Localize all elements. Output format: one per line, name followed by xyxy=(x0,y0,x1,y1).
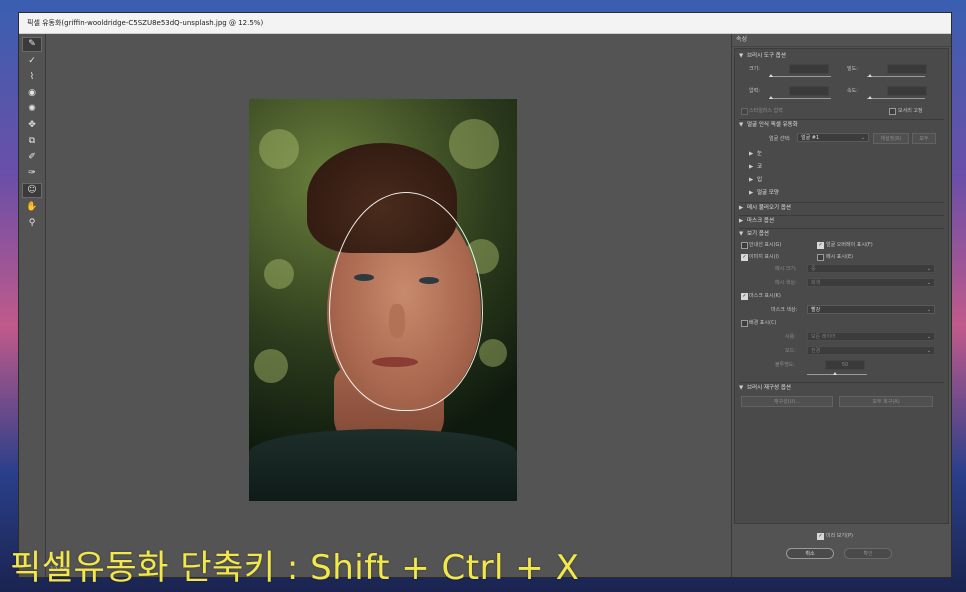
face-overlay-outline[interactable] xyxy=(329,192,483,411)
nose-section[interactable]: ▶ 코 xyxy=(749,162,944,172)
load-mesh-header[interactable]: ▶ 메시 불러오기 옵션 xyxy=(739,202,944,213)
smooth-icon[interactable]: ⌇ xyxy=(23,71,41,84)
use-dropdown[interactable]: 모든 레이어 ⌄ xyxy=(807,332,935,341)
hand-icon[interactable]: ✋ xyxy=(23,201,41,214)
ok-button[interactable]: 확인 xyxy=(844,548,892,559)
mesh-size-label: 메시 크기: xyxy=(775,266,797,272)
show-mesh-checkbox[interactable] xyxy=(817,254,824,261)
preview-checkbox[interactable]: ✓ xyxy=(817,533,824,540)
opacity-field[interactable]: 50 xyxy=(825,360,865,370)
show-face-overlay-checkbox[interactable]: ✓ xyxy=(817,242,824,249)
brush-options-header[interactable]: ▼ 브러시 도구 옵션 xyxy=(739,51,944,61)
mode-label: 모드: xyxy=(785,348,796,354)
face-all-button[interactable]: 모두 xyxy=(912,133,936,144)
rate-slider-knob[interactable] xyxy=(868,96,872,99)
mask-color-dropdown[interactable]: 빨강 ⌄ xyxy=(807,305,935,314)
size-field[interactable] xyxy=(789,64,829,74)
mode-dropdown[interactable]: 전경 ⌄ xyxy=(807,346,935,355)
show-backdrop-checkbox[interactable] xyxy=(741,320,748,327)
show-mesh-label: 메시 표시(E) xyxy=(826,254,854,260)
portrait-image xyxy=(249,99,517,501)
view-options-header[interactable]: ▼ 보기 옵션 xyxy=(739,228,944,239)
panel-title: 속성 xyxy=(732,34,951,47)
window-title: 픽셀 유동화(griffin-wooldridge-C5SZU8e53dQ-un… xyxy=(19,13,951,34)
face-reset-button[interactable]: 재설정(R) xyxy=(873,133,909,144)
mesh-color-dropdown[interactable]: 회색 ⌄ xyxy=(807,278,935,287)
face-tool-icon[interactable]: ☺ xyxy=(22,183,42,198)
pin-edges-label: 모서리 고정 xyxy=(898,108,923,114)
pin-edges-checkbox[interactable] xyxy=(889,108,896,115)
pucker-icon[interactable]: ✺ xyxy=(23,103,41,116)
show-backdrop-label: 배경 표시(C) xyxy=(749,320,777,326)
density-slider-knob[interactable] xyxy=(868,74,872,77)
use-label: 사용: xyxy=(785,334,796,340)
show-guides-label: 안내선 표시(G) xyxy=(749,242,782,248)
select-face-dropdown[interactable]: 얼굴 #1 ⌄ xyxy=(797,133,869,142)
mask-options-header[interactable]: ▶ 마스크 옵션 xyxy=(739,215,944,226)
properties-panel: 속성 ▼ 브러시 도구 옵션 크기: 밀도: 압력: 속도: 스타일러스 압력 모… xyxy=(731,34,951,577)
reconstruct-icon[interactable]: ✓ xyxy=(23,55,41,68)
pressure-slider[interactable] xyxy=(769,98,831,99)
twirl-icon[interactable]: ◉ xyxy=(23,87,41,100)
bloat-icon[interactable]: ✥ xyxy=(23,119,41,132)
stylus-pressure-checkbox[interactable] xyxy=(741,108,748,115)
shortcut-caption: 픽셀유동화 단축키 : Shift + Ctrl + X xyxy=(10,548,580,588)
liquify-dialog: 픽셀 유동화(griffin-wooldridge-C5SZU8e53dQ-un… xyxy=(18,12,952,578)
pressure-field[interactable] xyxy=(789,86,829,96)
preview-canvas[interactable]: 12.5% xyxy=(46,34,730,577)
mouth-section[interactable]: ▶ 입 xyxy=(749,175,944,185)
pressure-slider-knob[interactable] xyxy=(769,96,773,99)
freeze-mask-icon[interactable]: ✐ xyxy=(23,151,41,164)
show-image-checkbox[interactable]: ✓ xyxy=(741,254,748,261)
size-label: 크기: xyxy=(749,66,760,72)
push-left-icon[interactable]: ⧉ xyxy=(23,135,41,148)
opacity-slider[interactable] xyxy=(807,374,867,375)
density-label: 밀도: xyxy=(847,66,858,72)
thaw-mask-icon[interactable]: ✑ xyxy=(23,167,41,180)
rate-field[interactable] xyxy=(887,86,927,96)
show-face-overlay-label: 얼굴 오버레이 표시(F) xyxy=(826,242,873,248)
preview-label: 미리 보기(P) xyxy=(826,533,853,539)
select-face-label: 얼굴 선택: xyxy=(769,136,791,142)
reconstruct-options-header[interactable]: ▼ 브러시 재구성 옵션 xyxy=(739,382,944,393)
eyes-section[interactable]: ▶ 눈 xyxy=(749,149,944,159)
mesh-size-dropdown[interactable]: 중 ⌄ xyxy=(807,264,935,273)
mesh-color-label: 메시 색상: xyxy=(775,280,797,286)
show-mask-checkbox[interactable]: ✓ xyxy=(741,293,748,300)
show-mask-label: 마스크 표시(K) xyxy=(749,293,781,299)
forward-warp-icon[interactable]: ✎ xyxy=(22,37,42,52)
show-image-label: 이미지 표시(I) xyxy=(749,254,779,260)
opacity-slider-knob[interactable] xyxy=(833,372,837,375)
reconstruct-button[interactable]: 재구성(U)... xyxy=(741,396,833,407)
face-shape-section[interactable]: ▶ 얼굴 모양 xyxy=(749,188,944,198)
show-guides-checkbox[interactable] xyxy=(741,242,748,249)
restore-all-button[interactable]: 모두 복구(A) xyxy=(839,396,933,407)
rate-label: 속도: xyxy=(847,88,858,94)
tool-palette: ✎ ✓ ⌇ ◉ ✺ ✥ ⧉ ✐ ✑ ☺ ✋ ⚲ xyxy=(19,34,46,577)
rate-slider[interactable] xyxy=(867,98,925,99)
opacity-label: 불투명도: xyxy=(775,362,796,368)
size-slider[interactable] xyxy=(769,76,831,77)
mask-color-label: 마스크 색상: xyxy=(771,307,798,313)
density-slider[interactable] xyxy=(867,76,925,77)
pressure-label: 압력: xyxy=(749,88,760,94)
zoom-icon[interactable]: ⚲ xyxy=(23,217,41,230)
face-aware-header[interactable]: ▼ 얼굴 인식 픽셀 유동화 xyxy=(739,119,944,130)
size-slider-knob[interactable] xyxy=(769,74,773,77)
cancel-button[interactable]: 취소 xyxy=(786,548,834,559)
density-field[interactable] xyxy=(887,64,927,74)
stylus-pressure-label: 스타일러스 압력 xyxy=(749,108,783,114)
